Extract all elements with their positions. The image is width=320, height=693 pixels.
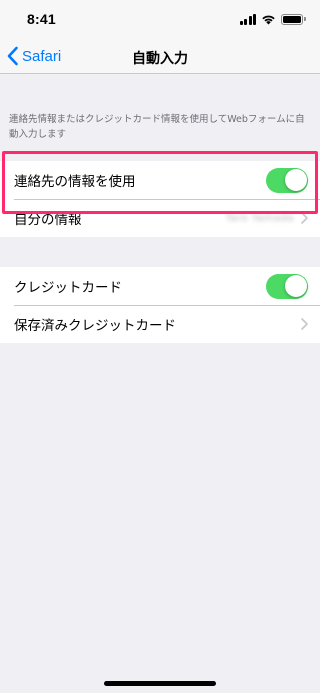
section-description: 連絡先情報またはクレジットカード情報を使用してWebフォームに自動入力します <box>9 114 305 140</box>
use-contact-info-label: 連絡先の情報を使用 <box>14 174 136 190</box>
my-info-value: Taro Yamada <box>225 212 294 224</box>
contact-info-group: 連絡先の情報を使用 自分の情報 Taro Yamada <box>0 161 320 237</box>
saved-credit-cards-row[interactable]: 保存済みクレジットカード <box>0 305 320 343</box>
toggle-knob <box>284 275 307 297</box>
credit-card-group: クレジットカード 保存済みクレジットカード <box>0 267 320 343</box>
saved-credit-cards-label: 保存済みクレジットカード <box>14 318 176 334</box>
my-info-label: 自分の情報 <box>14 212 82 228</box>
my-info-row[interactable]: 自分の情報 Taro Yamada <box>0 199 320 237</box>
status-icons <box>239 13 306 25</box>
battery-icon <box>281 13 306 25</box>
chevron-right-icon <box>301 212 308 224</box>
credit-card-label: クレジットカード <box>14 280 122 296</box>
use-contact-info-toggle[interactable] <box>266 167 308 193</box>
wifi-icon <box>262 15 275 24</box>
use-contact-info-row: 連絡先の情報を使用 <box>0 161 320 199</box>
status-time: 8:41 <box>27 11 56 27</box>
navigation-bar: Safari 自動入力 <box>0 40 320 74</box>
status-bar: 8:41 <box>0 0 320 40</box>
credit-card-toggle[interactable] <box>266 273 308 299</box>
home-indicator[interactable] <box>104 681 216 686</box>
cellular-signal-icon <box>239 13 256 25</box>
credit-card-row: クレジットカード <box>0 267 320 305</box>
toggle-knob <box>284 169 307 191</box>
chevron-right-icon <box>301 318 308 330</box>
page-title: 自動入力 <box>132 51 188 67</box>
